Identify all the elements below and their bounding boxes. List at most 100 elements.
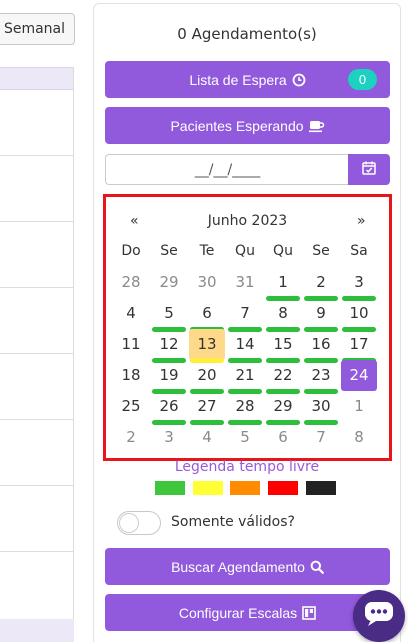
calendar-day-number: 29 (273, 397, 293, 415)
calendar-day-number: 22 (273, 366, 293, 384)
calendar-day-number: 19 (159, 366, 179, 384)
calendar-day-number: 30 (311, 397, 331, 415)
calendar-day[interactable]: 28 (113, 267, 149, 298)
calendar-day[interactable]: 8 (265, 298, 301, 332)
calendar-day-number: 21 (235, 366, 255, 384)
legend-color-swatch (193, 481, 223, 495)
mini-calendar: « Junho 2023 » Do Se Te Qu Qu Se Sa 28 29 30 31 1 2… (103, 194, 392, 461)
calendar-picker-button[interactable] (348, 154, 390, 185)
weekly-calendar-pane: Semanal (0, 0, 75, 642)
calendar-day[interactable]: 20 (189, 360, 225, 394)
valid-only-label: Somente válidos? (171, 514, 295, 530)
legend-color-swatch (306, 481, 336, 495)
calendar-day-selected[interactable]: 24 (341, 360, 377, 391)
calendar-grid-header (0, 67, 74, 90)
calendar-day[interactable]: 9 (303, 298, 339, 332)
weekly-view-button[interactable]: Semanal (0, 13, 75, 45)
calendar-day-number: 7 (316, 428, 326, 446)
calendar-day[interactable]: 18 (113, 360, 149, 391)
weekday-header: Qu (273, 243, 293, 259)
calendar-day-number: 23 (311, 366, 331, 384)
grid-divider (0, 287, 74, 288)
weekday-header: Qu (235, 243, 255, 259)
calendar-day-number: 3 (164, 428, 174, 446)
calendar-day-number: 28 (235, 397, 255, 415)
calendar-day[interactable]: 29 (265, 391, 301, 425)
calendar-day-number: 27 (197, 397, 217, 415)
calendar-day[interactable]: 21 (227, 360, 263, 394)
calendar-day-number: 3 (354, 273, 364, 291)
calendar-day[interactable]: 19 (151, 360, 187, 394)
calendar-day-number: 8 (278, 304, 288, 322)
search-appointment-label: Buscar Agendamento (171, 558, 305, 575)
clock-icon (292, 73, 306, 87)
calendar-day-number: 1 (278, 273, 288, 291)
calendar-day-number: 18 (121, 366, 141, 384)
search-appointment-button[interactable]: Buscar Agendamento (105, 548, 390, 585)
calendar-day-number: 5 (240, 428, 250, 446)
calendar-day[interactable]: 15 (265, 329, 301, 363)
date-field[interactable] (105, 154, 349, 185)
calendar-day[interactable]: 4 (113, 298, 149, 329)
configure-schedules-label: Configurar Escalas (178, 604, 298, 621)
calendar-day[interactable]: 28 (227, 391, 263, 425)
calendar-day[interactable]: 11 (113, 329, 149, 360)
calendar-day[interactable]: 2 (113, 422, 149, 453)
valid-only-toggle[interactable] (117, 511, 161, 535)
calendar-day[interactable]: 26 (151, 391, 187, 425)
layout-icon (302, 605, 316, 620)
waiting-patients-button[interactable]: Pacientes Esperando (105, 107, 390, 144)
calendar-day-number: 2 (316, 273, 326, 291)
calendar-day-number: 2 (126, 428, 136, 446)
waitlist-label: Lista de Espera (189, 71, 287, 88)
calendar-day-number: 6 (202, 304, 212, 322)
grid-divider (0, 353, 74, 354)
date-input-group (105, 154, 390, 185)
chat-button[interactable] (353, 590, 405, 642)
calendar-day[interactable]: 17 (341, 329, 377, 363)
waitlist-count-badge: 0 (348, 69, 377, 90)
calendar-day[interactable]: 31 (227, 267, 263, 298)
calendar-day[interactable]: 16 (303, 329, 339, 363)
calendar-month-title: Junho 2023 (207, 213, 288, 229)
calendar-day[interactable]: 30 (189, 267, 225, 298)
calendar-day[interactable]: 27 (189, 391, 225, 425)
legend-color-swatch (268, 481, 298, 495)
calendar-day[interactable]: 2 (303, 267, 339, 301)
calendar-day[interactable]: 23 (303, 360, 339, 394)
calendar-day-number: 1 (354, 397, 364, 415)
calendar-day[interactable]: 14 (227, 329, 263, 363)
next-month-button[interactable]: » (357, 213, 366, 229)
configure-schedules-button[interactable]: Configurar Escalas (105, 594, 390, 631)
calendar-day-number: 11 (121, 335, 141, 353)
calendar-day[interactable]: 1 (265, 267, 301, 301)
calendar-day[interactable]: 25 (113, 391, 149, 422)
calendar-day[interactable]: 3 (341, 267, 377, 301)
calendar-check-icon (361, 160, 377, 180)
calendar-day[interactable]: 10 (341, 298, 377, 332)
calendar-day[interactable]: 29 (151, 267, 187, 298)
calendar-day[interactable]: 22 (265, 360, 301, 394)
calendar-day[interactable]: 4 (189, 422, 225, 453)
calendar-day[interactable]: 8 (341, 422, 377, 453)
calendar-day[interactable]: 1 (341, 391, 377, 422)
calendar-day-number: 10 (349, 304, 369, 322)
calendar-day[interactable]: 7 (303, 422, 339, 453)
calendar-day[interactable]: 3 (151, 422, 187, 453)
calendar-day[interactable]: 6 (189, 298, 225, 332)
calendar-day-number: 4 (126, 304, 136, 322)
calendar-day-number: 16 (311, 335, 331, 353)
calendar-day[interactable]: 12 (151, 329, 187, 363)
calendar-day-number: 26 (159, 397, 179, 415)
waiting-patients-label: Pacientes Esperando (170, 117, 304, 134)
calendar-day[interactable]: 5 (227, 422, 263, 453)
calendar-day[interactable]: 7 (227, 298, 263, 332)
waitlist-button[interactable]: Lista de Espera 0 (105, 61, 390, 98)
calendar-day[interactable]: 5 (151, 298, 187, 332)
grid-vertical-divider (73, 67, 74, 642)
legend-color-swatch (230, 481, 260, 495)
calendar-day[interactable]: 6 (265, 422, 301, 453)
weekday-header: Se (312, 243, 330, 259)
calendar-day[interactable]: 30 (303, 391, 339, 425)
calendar-day-today[interactable]: 13 (189, 329, 225, 363)
